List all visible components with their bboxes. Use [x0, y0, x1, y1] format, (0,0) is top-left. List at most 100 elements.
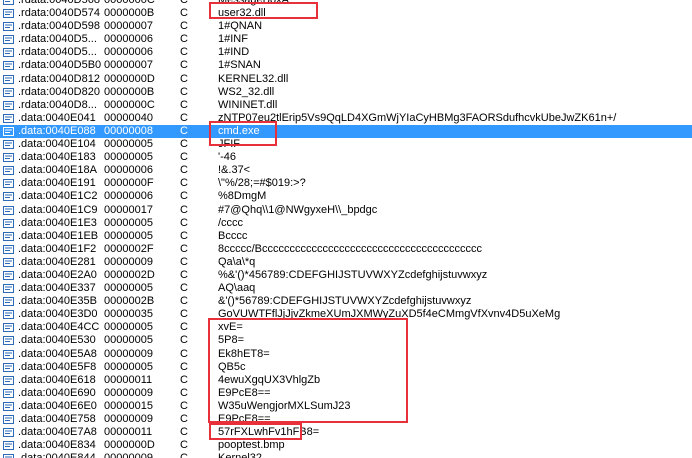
- string-row[interactable]: .data:0040E18A 00000006 C !&.37<: [0, 164, 692, 177]
- string-address: .rdata:0040D574: [18, 7, 100, 20]
- string-row[interactable]: .data:0040E183 00000005 C '-46: [0, 151, 692, 164]
- string-item-icon: [3, 401, 14, 411]
- strings-list[interactable]: .rdata:0040D568 0000000C C MessageBoxA .rdat…: [0, 0, 692, 458]
- strings-window: .rdata:0040D568 0000000C C MessageBoxA .rdat…: [0, 0, 692, 458]
- string-row[interactable]: .data:0040E834 0000000D Cpooptest.bmp: [0, 439, 692, 452]
- string-row[interactable]: .rdata:0040D820 0000000B C WS2_32.dll: [0, 86, 692, 99]
- string-row[interactable]: .data:0040E1EB 00000005 C Bcccc: [0, 230, 692, 243]
- string-address: .rdata:0040D5...: [18, 33, 97, 46]
- string-type: C: [180, 151, 188, 164]
- string-item-icon: [3, 74, 14, 84]
- string-row[interactable]: .data:0040E7A8 00000011 C 57rFXLwhFv1hFB8=: [0, 426, 692, 439]
- string-row[interactable]: .data:0040E191 0000000F C \"%/28;=#$019:>?: [0, 177, 692, 190]
- string-address: .data:0040E5A8: [18, 347, 97, 360]
- string-type: C: [180, 282, 188, 295]
- string-value: 57rFXLwhFv1hFB8=: [218, 426, 320, 439]
- string-type: C: [180, 399, 188, 412]
- string-type: C: [180, 452, 188, 458]
- string-address: .data:0040E758: [18, 413, 96, 425]
- string-row[interactable]: .rdata:0040D574 0000000B Cuser32.dll: [0, 7, 692, 20]
- string-address: .data:0040E844: [18, 452, 96, 458]
- string-row[interactable]: .data:0040E1C9 00000017 C #7@Qhq\\1@NWgyxeH…: [0, 204, 692, 217]
- string-row[interactable]: .data:0040E281 00000009 C Qa\a\*q: [0, 256, 692, 269]
- string-length: 00000009: [104, 452, 153, 458]
- string-row[interactable]: .data:0040E1E3 00000005 C/cccc: [0, 217, 692, 230]
- string-address: .rdata:0040D5B0: [18, 59, 102, 72]
- string-row[interactable]: .data:0040E1F2 0000002F C 8ccccc/Bccccccccc…: [0, 243, 692, 256]
- string-type: C: [180, 321, 188, 334]
- string-item-icon: [3, 205, 14, 215]
- string-item-icon: [3, 244, 14, 254]
- string-item-icon: [3, 100, 14, 110]
- string-row[interactable]: .data:0040E690 00000009 C E9PcE8==: [0, 387, 692, 400]
- string-length: 00000015: [104, 399, 153, 412]
- string-row[interactable]: .rdata:0040D5B0 00000007 C 1#SNAN: [0, 59, 692, 72]
- string-row[interactable]: .data:0040E1C2 00000006 C %8DmgM: [0, 190, 692, 203]
- string-address: .rdata:0040D5...: [18, 46, 97, 59]
- string-value: Kernel32: [218, 452, 262, 458]
- string-address: .data:0040E191: [18, 177, 96, 190]
- string-row[interactable]: .data:0040E2A0 0000002D C %&'()*456789:CDEF…: [0, 269, 692, 282]
- string-row[interactable]: .data:0040E530 00000005 C 5P8=: [0, 334, 692, 347]
- string-length: 00000005: [104, 216, 153, 229]
- string-value: zNTP07eu2tlErip5Vs9QqLD4XGmWjYIaCyHBMg3F…: [218, 111, 617, 124]
- string-address: .data:0040E337: [18, 282, 96, 295]
- string-row[interactable]: .data:0040E3D0 00000035 C GoVUWTFflJjJjvZkm…: [0, 308, 692, 321]
- string-length: 0000000C: [104, 0, 155, 6]
- string-row[interactable]: .data:0040E337 00000005 C AQ\aaq: [0, 282, 692, 295]
- string-row[interactable]: .data:0040E35B 0000002B C &'()*56789:CDEFGH…: [0, 295, 692, 308]
- string-row[interactable]: .data:0040E4CC 00000005 CxvE=: [0, 321, 692, 334]
- string-length: 00000005: [104, 282, 153, 295]
- string-address: .data:0040E5F8: [18, 360, 97, 373]
- string-row[interactable]: .data:0040E618 00000011 C 4ewuXgqUX3VhlgZb: [0, 374, 692, 387]
- string-item-icon: [3, 310, 14, 320]
- string-row[interactable]: .data:0040E758 00000009 C E9PcE8==: [0, 413, 692, 426]
- string-item-icon: [3, 9, 14, 19]
- string-value: KERNEL32.dll: [218, 72, 289, 85]
- string-address: .data:0040E1C2: [18, 190, 98, 203]
- string-item-icon: [3, 218, 14, 228]
- string-type: C: [180, 33, 188, 46]
- string-value: &'()*56789:CDEFGHIJSTUVWXYZcdefghijstuvw…: [218, 295, 472, 308]
- string-row[interactable]: .data:0040E104 00000005 C JFIF: [0, 138, 692, 151]
- string-row[interactable]: .rdata:0040D598 00000007 C 1#QNAN: [0, 20, 692, 33]
- string-value: Bcccc: [218, 229, 248, 242]
- string-type: C: [180, 124, 188, 137]
- string-address: .data:0040E041: [18, 111, 96, 124]
- string-row[interactable]: .data:0040E041 00000040 CzNTP07eu2tlErip5V…: [0, 112, 692, 125]
- string-row[interactable]: .rdata:0040D5... 00000006 C 1#IND: [0, 46, 692, 59]
- string-item-icon: [3, 454, 14, 458]
- string-value: AQ\aaq: [218, 282, 256, 295]
- string-row[interactable]: .rdata:0040D812 0000000D C KERNEL32.dll: [0, 73, 692, 86]
- string-length: 00000040: [104, 111, 153, 124]
- string-address: .data:0040E088: [18, 124, 96, 137]
- string-length: 0000002B: [104, 295, 155, 308]
- string-type: C: [180, 413, 188, 425]
- string-type: C: [180, 229, 188, 242]
- string-row[interactable]: .data:0040E6E0 00000015 C W35uWengjorMXLSum…: [0, 400, 692, 413]
- string-value: #7@Qhq\\1@NWgyxeH\\_bpdgc: [218, 203, 378, 216]
- string-address: .rdata:0040D8...: [18, 98, 97, 111]
- string-value: E9PcE8==: [218, 386, 271, 399]
- string-type: C: [180, 360, 188, 373]
- string-address: .data:0040E1EB: [18, 229, 99, 242]
- string-row[interactable]: .rdata:0040D568 0000000C C MessageBoxA: [0, 0, 692, 7]
- string-row[interactable]: .rdata:0040D5... 00000006 C 1#INF: [0, 33, 692, 46]
- string-length: 00000007: [104, 20, 153, 33]
- string-row[interactable]: .rdata:0040D8... 0000000C C WININET.dll: [0, 99, 692, 112]
- string-value: xvE=: [218, 321, 243, 334]
- string-type: C: [180, 386, 188, 399]
- string-row[interactable]: .data:0040E844 00000009 C Kernel32: [0, 452, 692, 458]
- string-type: C: [180, 164, 188, 177]
- string-row[interactable]: .data:0040E088 00000008 Ccmd.exe: [0, 124, 692, 139]
- string-row[interactable]: .data:0040E5A8 00000009 C Ek8hET8=: [0, 348, 692, 361]
- string-length: 00000005: [104, 151, 153, 164]
- string-value: JFIF: [218, 138, 240, 151]
- string-address: .data:0040E4CC: [18, 321, 100, 334]
- string-address: .data:0040E1F2: [18, 242, 97, 255]
- string-item-icon: [3, 349, 14, 359]
- string-value: 4ewuXgqUX3VhlgZb: [218, 373, 321, 386]
- string-length: 0000000B: [104, 7, 155, 20]
- string-row[interactable]: .data:0040E5F8 00000005 C QB5c: [0, 361, 692, 374]
- string-value: QB5c: [218, 360, 246, 373]
